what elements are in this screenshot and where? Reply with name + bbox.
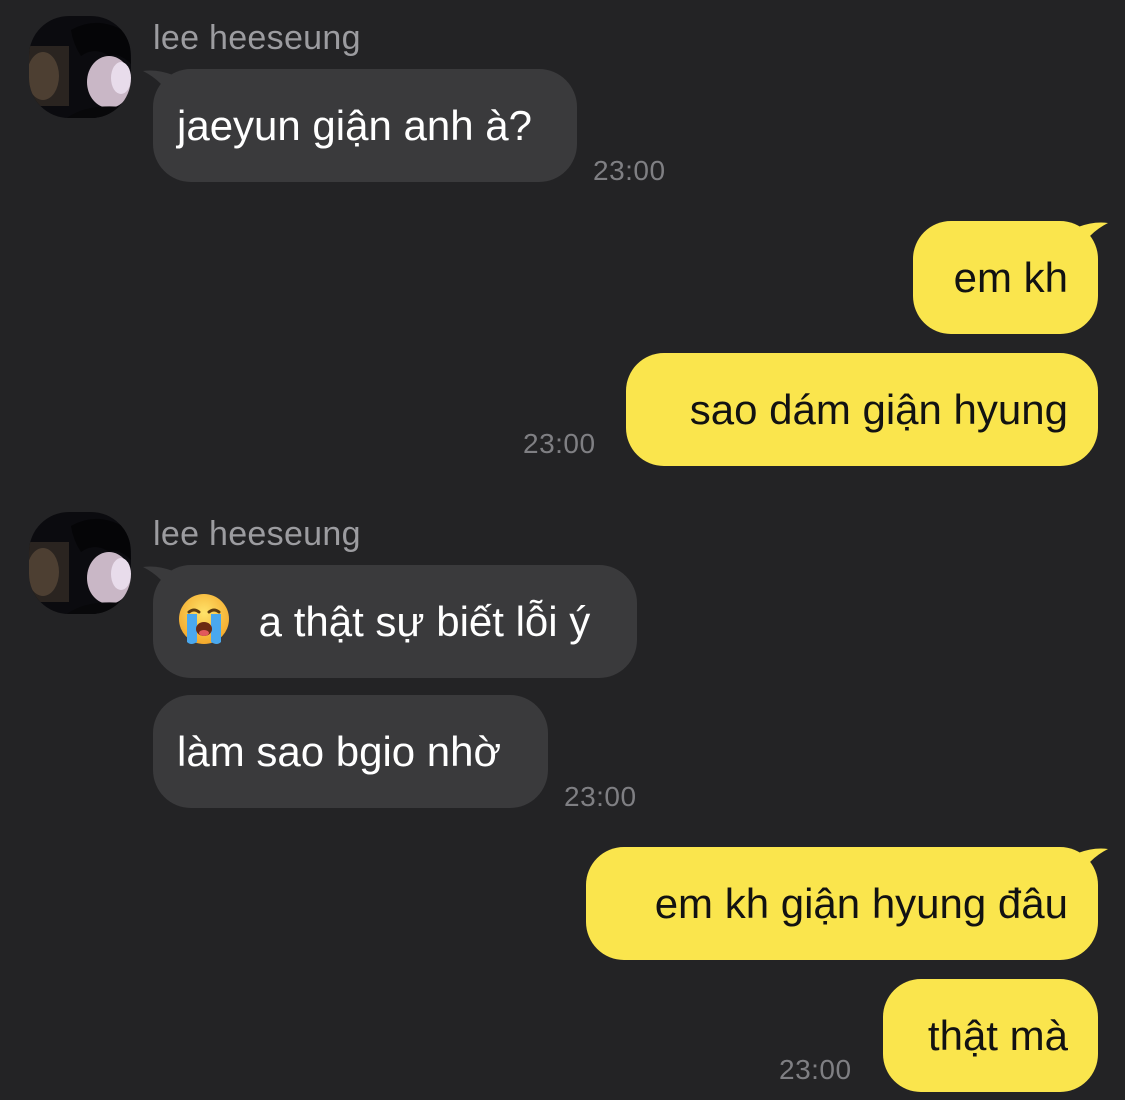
message-text: sao dám giận hyung: [689, 386, 1068, 433]
sender-name: lee heeseung: [153, 515, 361, 553]
loudly-crying-face-emoji-icon: [179, 594, 229, 644]
message-text: em kh giận hyung đâu: [654, 880, 1068, 927]
bubble-tail: [1078, 848, 1108, 879]
message-text: em kh: [953, 254, 1068, 301]
outgoing-message-bubble[interactable]: sao dám giận hyung: [626, 353, 1098, 466]
message-text: làm sao bgio nhờ: [177, 728, 502, 775]
sender-name: lee heeseung: [153, 19, 361, 57]
outgoing-message-bubble[interactable]: em kh: [913, 221, 1108, 334]
message-timestamp: 23:00: [523, 428, 596, 459]
incoming-message-bubble[interactable]: làm sao bgio nhờ: [153, 695, 548, 808]
bubble-tail: [1078, 222, 1108, 253]
message-timestamp: 23:00: [564, 781, 637, 812]
incoming-message-bubble[interactable]: jaeyun giận anh à?: [143, 69, 577, 182]
outgoing-message-bubble[interactable]: em kh giận hyung đâu: [586, 847, 1108, 960]
bubble-tail: [143, 70, 173, 101]
message-text: thật mà: [927, 1012, 1068, 1059]
outgoing-message-bubble[interactable]: thật mà: [883, 979, 1098, 1092]
incoming-message-bubble[interactable]: a thật sự biết lỗi ý: [143, 565, 637, 678]
profile-photo-icon: [29, 512, 131, 614]
message-timestamp: 23:00: [779, 1054, 852, 1085]
avatar[interactable]: [29, 512, 131, 614]
avatar[interactable]: [29, 16, 131, 118]
message-text: a thật sự biết lỗi ý: [258, 598, 591, 645]
bubble-tail: [143, 566, 173, 597]
message-text: jaeyun giận anh à?: [177, 102, 532, 149]
message-timestamp: 23:00: [593, 155, 666, 186]
profile-photo-icon: [29, 16, 131, 118]
